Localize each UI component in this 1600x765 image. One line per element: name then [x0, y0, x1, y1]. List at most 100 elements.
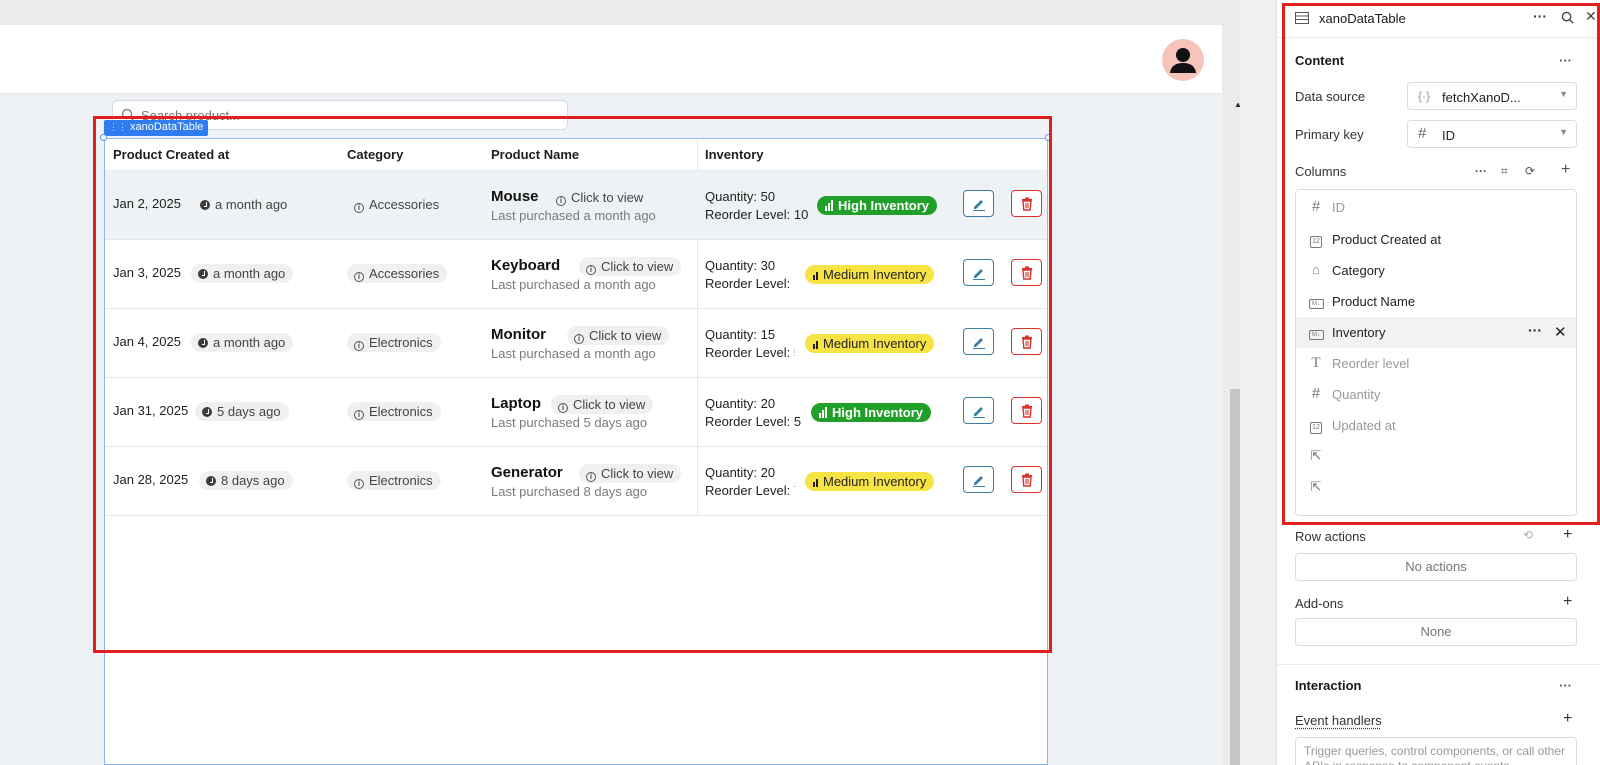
reorder-text: Reorder Level: 1 — [705, 275, 795, 293]
edit-button[interactable] — [963, 259, 994, 286]
markdown-icon: M↓ — [1308, 294, 1324, 308]
columns-list: # ID 12 Product Created at ⌂ Category M↓… — [1295, 189, 1577, 516]
info-icon: i — [586, 472, 596, 482]
click-to-view-tag[interactable]: i Click to view — [549, 188, 651, 207]
inventory-cell: Quantity: 30 Reorder Level: 1 — [705, 257, 795, 293]
hash-icon: # — [1308, 200, 1324, 214]
user-icon — [1162, 39, 1204, 81]
bookmark-icon[interactable]: ⌗ — [1501, 164, 1508, 179]
column-item-category[interactable]: ⌂ Category — [1296, 255, 1576, 286]
data-table[interactable]: Product Created at Category Product Name… — [104, 138, 1048, 765]
more-options-icon[interactable]: ··· — [1533, 8, 1547, 24]
drag-handle-icon[interactable]: ⋮⋮ — [109, 122, 127, 132]
created-date: Jan 4, 2025 — [113, 334, 181, 349]
scroll-up-arrow[interactable]: ▲ — [1234, 100, 1240, 109]
column-header[interactable]: Category — [347, 147, 403, 162]
created-date: Jan 2, 2025 — [113, 196, 181, 211]
resize-handle[interactable] — [100, 134, 107, 141]
product-name: Keyboard — [491, 257, 560, 274]
primary-key-value: ID — [1442, 128, 1455, 143]
column-item-reorder-level[interactable]: T Reorder level — [1296, 348, 1576, 379]
click-to-view-tag[interactable]: i Click to view — [579, 464, 681, 483]
pencil-icon — [972, 335, 986, 349]
relative-time-tag: a month ago — [191, 333, 293, 352]
add-event-handler-icon[interactable]: + — [1563, 710, 1572, 728]
signal-icon — [813, 472, 819, 491]
more-options-icon[interactable]: ··· — [1528, 322, 1542, 338]
delete-button[interactable] — [1011, 397, 1042, 424]
search-icon[interactable] — [1561, 11, 1574, 24]
data-source-select[interactable]: {·} fetchXanoD... ▼ — [1407, 82, 1577, 110]
column-item-action[interactable]: ⇱ — [1296, 472, 1576, 503]
add-row-action-icon[interactable]: + — [1563, 526, 1572, 544]
row-actions-empty[interactable]: No actions — [1295, 553, 1577, 581]
delete-button[interactable] — [1011, 328, 1042, 355]
section-title-interaction[interactable]: Interaction — [1295, 678, 1361, 693]
edit-button[interactable] — [963, 328, 994, 355]
section-divider — [1277, 664, 1600, 665]
table-row[interactable]: Jan 3, 2025 a month ago i Accessories Key… — [105, 240, 1047, 309]
clock-icon — [200, 200, 210, 210]
event-handlers-empty[interactable]: Trigger queries, control components, or … — [1295, 737, 1577, 765]
inspector-header: xanoDataTable ··· ✕ — [1277, 0, 1600, 38]
edit-button[interactable] — [963, 397, 994, 424]
resize-handle[interactable] — [1045, 134, 1052, 141]
column-item-quantity[interactable]: # Quantity — [1296, 379, 1576, 410]
more-options-icon[interactable]: ··· — [1559, 53, 1572, 68]
column-item-updated-at[interactable]: 12 Updated at — [1296, 410, 1576, 441]
avatar[interactable] — [1162, 39, 1204, 81]
column-header[interactable]: Product Created at — [113, 147, 229, 162]
column-item-product-created-at[interactable]: 12 Product Created at — [1296, 224, 1576, 255]
column-item-inventory[interactable]: M↓ Inventory ··· ✕ — [1296, 317, 1576, 348]
column-item-action[interactable]: ⇱ — [1296, 441, 1576, 472]
column-header[interactable]: Inventory — [705, 147, 764, 162]
add-addon-icon[interactable]: + — [1563, 593, 1572, 611]
more-options-icon[interactable]: ··· — [1559, 678, 1572, 693]
delete-button[interactable] — [1011, 259, 1042, 286]
inventory-cell: Quantity: 20 Reorder Level: 5 — [705, 395, 809, 431]
addons-empty[interactable]: None — [1295, 618, 1577, 646]
delete-button[interactable] — [1011, 190, 1042, 217]
primary-key-select[interactable]: # ID ▼ — [1407, 120, 1577, 148]
more-options-icon[interactable]: ··· — [1475, 164, 1487, 178]
pencil-icon — [972, 197, 986, 211]
column-header[interactable]: Product Name — [491, 147, 579, 162]
component-name[interactable]: xanoDataTable — [1319, 11, 1406, 26]
info-icon: i — [354, 203, 364, 213]
edit-button[interactable] — [963, 190, 994, 217]
add-column-icon[interactable]: + — [1561, 161, 1570, 179]
component-tag[interactable]: ⋮⋮ xanoDataTable — [104, 120, 208, 136]
signal-icon — [813, 334, 819, 353]
click-to-view-tag[interactable]: i Click to view — [551, 395, 653, 414]
section-title-content[interactable]: Content — [1295, 53, 1344, 68]
chevron-down-icon: ▼ — [1559, 127, 1568, 137]
signal-icon — [819, 403, 828, 422]
category-tag: i Electronics — [347, 402, 441, 421]
click-to-view-tag[interactable]: i Click to view — [579, 257, 681, 276]
data-source-label: Data source — [1295, 89, 1365, 104]
column-item-id[interactable]: # ID — [1296, 192, 1576, 223]
category-tag: i Electronics — [347, 471, 441, 490]
table-row[interactable]: Jan 2, 2025 a month ago i Accessories Mou… — [105, 171, 1047, 240]
delete-button[interactable] — [1011, 466, 1042, 493]
info-icon: i — [586, 265, 596, 275]
table-row[interactable]: Jan 31, 2025 5 days ago i Electronics Lap… — [105, 378, 1047, 447]
product-name: Monitor — [491, 326, 546, 343]
table-row[interactable]: Jan 4, 2025 a month ago i Electronics Mon… — [105, 309, 1047, 378]
click-to-view-tag[interactable]: i Click to view — [567, 326, 669, 345]
edit-button[interactable] — [963, 466, 994, 493]
columns-label: Columns — [1295, 164, 1346, 179]
category-tag: i Electronics — [347, 333, 441, 352]
primary-key-label: Primary key — [1295, 127, 1364, 142]
inventory-status-badge: Medium Inventory — [805, 334, 934, 353]
refresh-icon[interactable]: ⟳ — [1525, 164, 1535, 178]
close-icon[interactable]: ✕ — [1585, 8, 1597, 25]
relative-time-tag: 5 days ago — [195, 402, 289, 421]
link-icon[interactable]: ⟲ — [1523, 528, 1533, 542]
column-item-product-name[interactable]: M↓ Product Name — [1296, 286, 1576, 317]
scrollbar-thumb[interactable] — [1230, 389, 1240, 765]
table-row[interactable]: Jan 28, 2025 8 days ago i Electronics Gen… — [105, 447, 1047, 516]
category-tag: i Accessories — [347, 264, 447, 283]
reorder-text: Reorder Level: 7 — [705, 482, 795, 500]
remove-icon[interactable]: ✕ — [1554, 323, 1567, 341]
